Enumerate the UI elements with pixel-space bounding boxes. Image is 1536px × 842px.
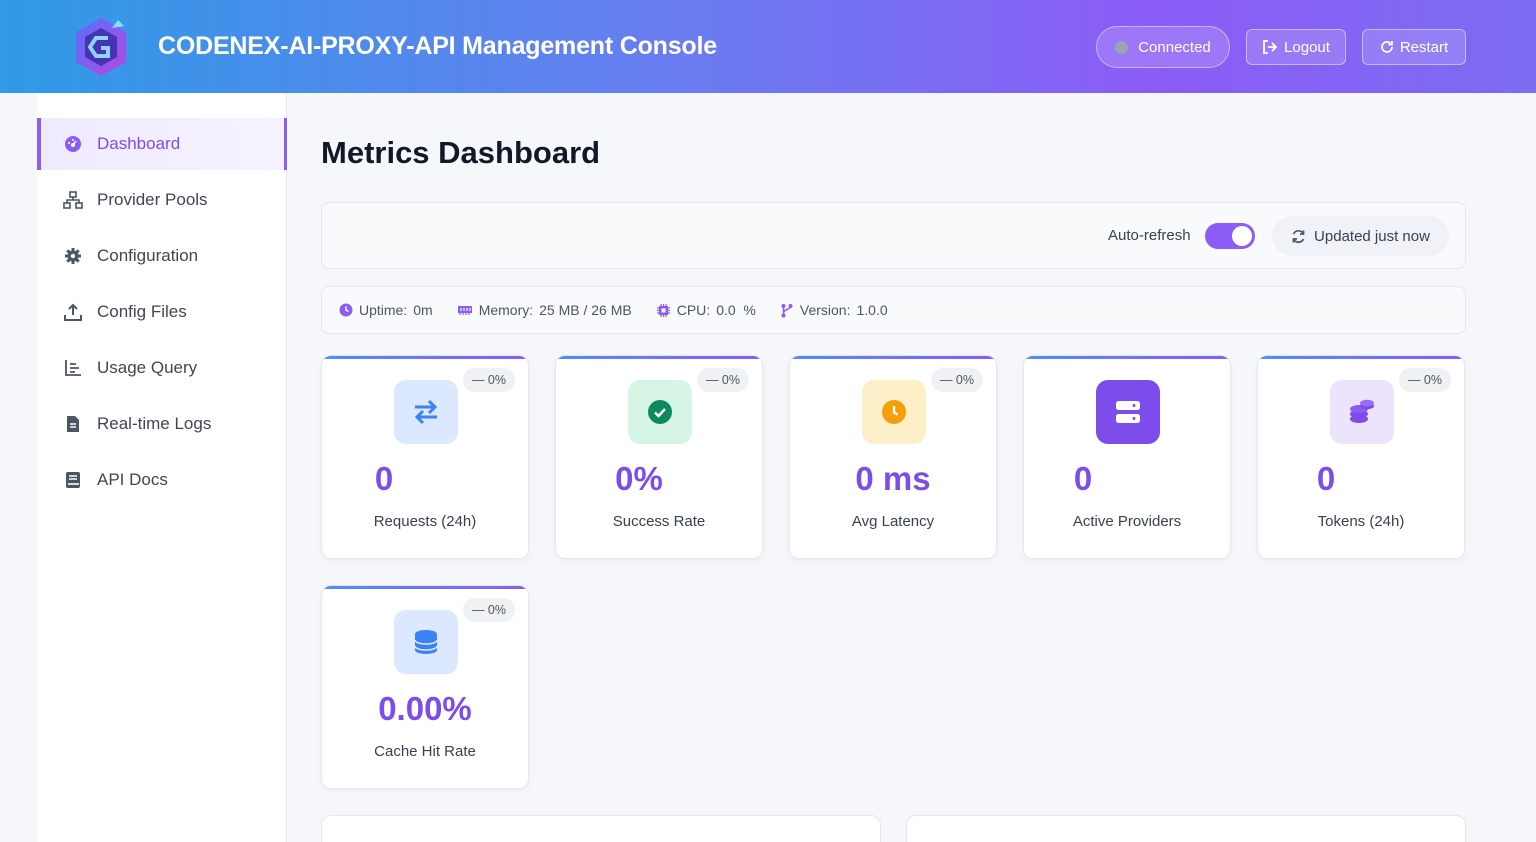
metric-label: Success Rate — [612, 513, 706, 530]
auto-refresh-toggle[interactable] — [1205, 223, 1255, 249]
metric-label: Avg Latency — [851, 513, 935, 530]
memory-value: 25 MB / 26 MB — [539, 302, 632, 318]
check-circle-icon — [628, 380, 692, 444]
server-icon — [1096, 380, 1160, 444]
metric-value: 0 ms — [855, 460, 931, 497]
cpu-value: 0.0 % — [716, 302, 756, 318]
status-dot-icon — [1115, 40, 1129, 54]
metric-card-active-providers: 0 Active Providers — [1023, 355, 1231, 559]
logout-icon — [1263, 40, 1278, 54]
file-icon — [63, 414, 83, 434]
uptime-info: Uptime: 0m — [339, 302, 433, 318]
version-label: Version: — [799, 302, 851, 318]
book-icon — [63, 470, 83, 490]
trend-badge: — 0% — [462, 598, 515, 622]
sidebar-item-config-files[interactable]: Config Files — [37, 286, 287, 338]
metric-card-success-rate: — 0% 0% Success Rate — [555, 355, 763, 559]
gear-icon — [63, 246, 83, 266]
metric-value: 0% — [615, 460, 663, 497]
memory-info: Memory: 25 MB / 26 MB — [457, 302, 632, 318]
version-info: Version: 1.0.0 — [780, 302, 888, 318]
restart-icon — [1380, 41, 1393, 53]
clock-icon — [862, 380, 926, 444]
network-icon — [63, 190, 83, 210]
swap-arrows-icon — [394, 380, 458, 444]
sidebar-item-label: Dashboard — [97, 134, 181, 153]
memory-icon — [457, 304, 473, 316]
sidebar-item-real-time-logs[interactable]: Real-time Logs — [37, 398, 287, 450]
trend-badge: — 0% — [1398, 368, 1451, 392]
sidebar-item-label: Provider Pools — [97, 190, 208, 209]
uptime-value: 0m — [413, 302, 433, 318]
upload-icon — [63, 302, 83, 322]
sidebar-item-label: Usage Query — [97, 358, 198, 377]
metric-card-requests: — 0% 0 Requests (24h) — [321, 355, 529, 559]
chart-panel-right — [906, 815, 1466, 842]
auto-refresh-label: Auto-refresh — [1108, 227, 1191, 244]
cpu-icon — [656, 303, 671, 318]
logout-button[interactable]: Logout — [1246, 29, 1346, 65]
sidebar-item-provider-pools[interactable]: Provider Pools — [37, 174, 287, 226]
system-info-bar: Uptime: 0m Memory: 25 MB / 26 MB CPU: 0.… — [321, 286, 1466, 334]
sidebar: Dashboard Provider Pools Configuration C… — [37, 93, 287, 842]
chart-icon — [63, 358, 83, 378]
metric-label: Requests (24h) — [373, 513, 477, 530]
app-header: CODENEX-AI-PROXY-API Management Console … — [0, 0, 1536, 93]
sidebar-item-usage-query[interactable]: Usage Query — [37, 342, 287, 394]
updated-label: Updated just now — [1314, 227, 1430, 245]
metric-card-tokens: — 0% 0 Tokens (24h) — [1257, 355, 1465, 559]
sidebar-item-label: Config Files — [97, 302, 187, 321]
refresh-button[interactable]: Updated just now — [1272, 216, 1449, 256]
sidebar-item-label: API Docs — [97, 470, 168, 489]
restart-label: Restart — [1399, 38, 1449, 56]
version-value: 1.0.0 — [856, 302, 888, 318]
refresh-toolbar: Auto-refresh Updated just now — [321, 202, 1466, 269]
branch-icon — [780, 303, 794, 318]
page-title: Metrics Dashboard — [321, 135, 601, 170]
database-icon — [394, 610, 458, 674]
uptime-label: Uptime: — [359, 302, 408, 318]
metric-label: Cache Hit Rate — [374, 743, 476, 760]
coins-icon — [1330, 380, 1394, 444]
cpu-label: CPU: — [676, 302, 711, 318]
sidebar-item-label: Configuration — [97, 246, 199, 265]
connection-status-badge[interactable]: Connected — [1096, 26, 1230, 68]
metric-value: 0 — [1316, 460, 1336, 497]
metric-card-cache-hit-rate: — 0% 0.00% Cache Hit Rate — [321, 585, 529, 789]
app-title: CODENEX-AI-PROXY-API Management Console — [158, 32, 717, 60]
metric-label: Active Providers — [1072, 513, 1182, 530]
memory-label: Memory: — [478, 302, 534, 318]
trend-badge: — 0% — [696, 368, 749, 392]
sidebar-item-label: Real-time Logs — [97, 414, 212, 433]
metric-value: 0 — [1073, 460, 1093, 497]
trend-badge: — 0% — [462, 368, 515, 392]
refresh-icon — [1292, 229, 1305, 243]
connection-status-label: Connected — [1138, 38, 1211, 56]
sidebar-item-dashboard[interactable]: Dashboard — [37, 118, 287, 170]
metric-value: 0 — [374, 460, 394, 497]
cpu-info: CPU: 0.0 % — [656, 302, 756, 318]
trend-badge: — 0% — [930, 368, 983, 392]
app-logo-icon — [76, 18, 126, 76]
metric-value: 0.00% — [378, 690, 472, 727]
sidebar-item-configuration[interactable]: Configuration — [37, 230, 287, 282]
metric-label: Tokens (24h) — [1317, 513, 1405, 530]
gauge-icon — [63, 134, 83, 154]
clock-icon — [339, 303, 353, 317]
logout-label: Logout — [1284, 38, 1330, 56]
metric-card-avg-latency: — 0% 0 ms Avg Latency — [789, 355, 997, 559]
restart-button[interactable]: Restart — [1362, 29, 1466, 65]
chart-panel-left — [321, 815, 881, 842]
sidebar-item-api-docs[interactable]: API Docs — [37, 454, 287, 506]
